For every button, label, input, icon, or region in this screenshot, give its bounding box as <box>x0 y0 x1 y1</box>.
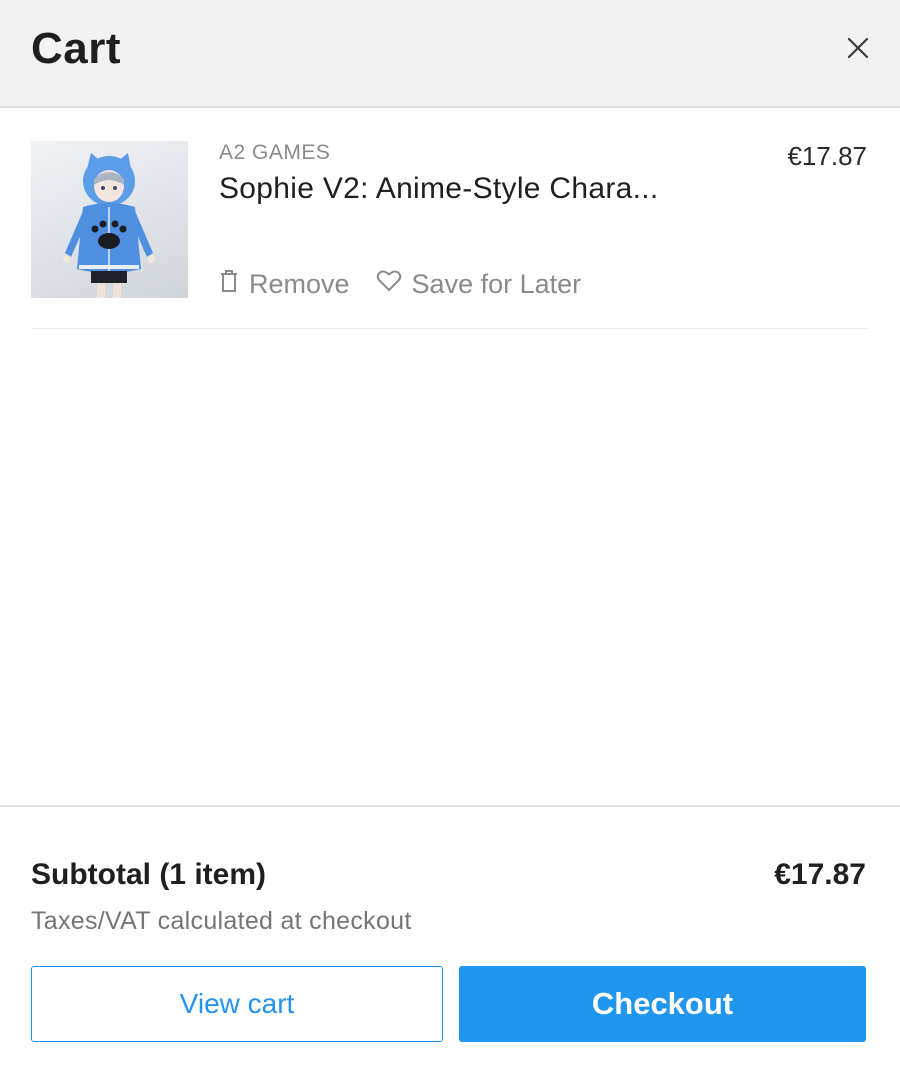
item-divider <box>31 328 868 329</box>
product-thumbnail[interactable] <box>31 141 188 298</box>
footer-divider <box>0 805 900 807</box>
product-price: €17.87 <box>787 141 867 171</box>
cart-panel: Cart A2 GAMES Sophie V2: Anime-Style Cha… <box>0 0 900 1070</box>
close-button[interactable] <box>840 32 876 68</box>
checkout-button[interactable]: Checkout <box>459 966 866 1042</box>
remove-button[interactable]: Remove <box>219 269 350 300</box>
close-icon <box>846 36 870 65</box>
subtotal-label: Subtotal (1 item) <box>31 858 267 891</box>
cart-header: Cart <box>0 0 900 108</box>
trash-icon <box>219 269 239 300</box>
product-name[interactable]: Sophie V2: Anime-Style Chara... <box>219 172 659 206</box>
item-actions: Remove Save for Later <box>219 269 607 300</box>
cart-title: Cart <box>31 24 122 73</box>
heart-icon <box>376 269 402 300</box>
save-for-later-label: Save for Later <box>411 269 582 299</box>
view-cart-button[interactable]: View cart <box>31 966 443 1042</box>
product-vendor[interactable]: A2 GAMES <box>219 141 330 165</box>
cart-item: A2 GAMES Sophie V2: Anime-Style Chara...… <box>31 141 868 329</box>
save-for-later-button[interactable]: Save for Later <box>376 269 582 300</box>
anime-character-image <box>63 153 155 298</box>
tax-note: Taxes/VAT calculated at checkout <box>31 907 412 935</box>
remove-label: Remove <box>249 269 350 299</box>
subtotal-value: €17.87 <box>774 858 866 891</box>
